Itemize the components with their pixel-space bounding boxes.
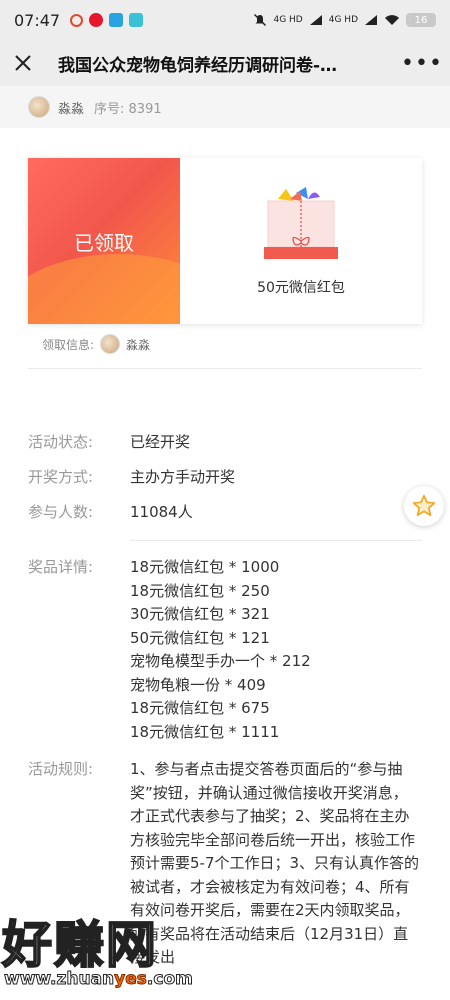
participants-row: 参与人数: 11084人 — [28, 501, 193, 522]
status-time: 07:47 — [14, 10, 61, 30]
signal-icon — [309, 15, 322, 25]
list-item: 18元微信红包 * 1000 — [130, 558, 280, 576]
activity-rules: 活动规则: 1、参与者点击提交答卷页面后的“参与抽奖”按钮，并确认通过微信接收开… — [28, 758, 420, 970]
network-label-2: 4G HD — [328, 15, 358, 25]
serial-number: 序号: 8391 — [94, 101, 162, 117]
weibo-icon — [89, 13, 104, 27]
draw-method-value: 主办方手动开奖 — [130, 468, 236, 486]
participants-label: 参与人数: — [28, 503, 94, 521]
divider — [130, 540, 422, 541]
favorite-button[interactable] — [404, 486, 444, 526]
status-right: 4G HD 4G HD 16 — [253, 13, 436, 27]
gift-box-icon — [264, 187, 338, 259]
participants-value: 11084人 — [130, 503, 193, 521]
star-icon — [412, 494, 436, 516]
user-name: 淼淼 — [58, 101, 85, 117]
activity-status-label: 活动状态: — [28, 433, 94, 451]
prize-details: 奖品详情: 18元微信红包 * 1000 18元微信红包 * 250 30元微信… — [28, 556, 311, 744]
watermark-url-suffix: .com — [146, 969, 193, 990]
watermark-url-highlight: yes — [114, 969, 148, 990]
signal-icon — [365, 15, 377, 25]
list-item: 18元微信红包 * 675 — [130, 699, 270, 717]
list-item: 宠物龟粮一份 * 409 — [130, 675, 266, 694]
wifi-icon — [385, 15, 399, 25]
divider — [28, 368, 422, 369]
prize-detail-panel: 50元微信红包 — [180, 158, 422, 324]
avatar — [100, 334, 121, 354]
close-button[interactable] — [0, 40, 46, 86]
claim-label: 领取信息: — [42, 337, 95, 352]
rules-label: 活动规则: — [28, 760, 94, 778]
rules-text: 1、参与者点击提交答卷页面后的“参与抽奖”按钮，并确认通过微信接收开奖消息，才正… — [130, 760, 420, 966]
network-label-1: 4G HD — [273, 15, 303, 25]
watermark-url-prefix: www.zhuan — [3, 969, 115, 990]
nav-bar: 我国公众宠物龟饲养经历调研问卷-… ••• — [0, 40, 450, 86]
battery-icon: 16 — [406, 13, 436, 27]
prize-status-panel: 已领取 — [28, 158, 180, 324]
claim-user-name: 淼淼 — [126, 337, 151, 352]
mute-icon — [254, 14, 267, 26]
app-icon — [129, 13, 144, 27]
claim-info: 领取信息: 淼淼 — [42, 334, 150, 354]
prize-list: 18元微信红包 * 1000 18元微信红包 * 250 30元微信红包 * 3… — [130, 556, 311, 744]
prize-name: 50元微信红包 — [257, 280, 345, 296]
watermark-url: www.zhuanyes.com — [3, 969, 193, 990]
activity-status-row: 活动状态: 已经开奖 — [28, 431, 190, 452]
list-item: 50元微信红包 * 121 — [130, 628, 270, 647]
app-icon — [70, 13, 84, 27]
status-bar: 07:47 4G HD 4G HD 16 — [0, 0, 450, 40]
list-item: 18元微信红包 * 250 — [130, 581, 270, 600]
prize-status-text: 已领取 — [74, 230, 134, 255]
list-item: 宠物龟模型手办一个 * 212 — [130, 652, 311, 670]
draw-method-label: 开奖方式: — [28, 468, 94, 486]
list-item: 30元微信红包 * 321 — [130, 605, 270, 623]
page-title: 我国公众宠物龟饲养经历调研问卷-… — [58, 55, 338, 76]
more-button[interactable]: ••• — [394, 40, 450, 86]
draw-method-row: 开奖方式: 主办方手动开奖 — [28, 466, 235, 487]
prize-card[interactable]: 已领取 50元微信红包 — [28, 158, 422, 324]
activity-status-value: 已经开奖 — [130, 433, 191, 451]
list-item: 18元微信红包 * 1111 — [130, 722, 280, 741]
avatar[interactable] — [28, 96, 50, 118]
telegram-icon — [109, 13, 124, 27]
close-icon — [15, 55, 31, 71]
prize-details-label: 奖品详情: — [28, 558, 94, 576]
notification-icons — [70, 13, 144, 27]
user-strip: 淼淼 序号: 8391 — [0, 86, 450, 128]
